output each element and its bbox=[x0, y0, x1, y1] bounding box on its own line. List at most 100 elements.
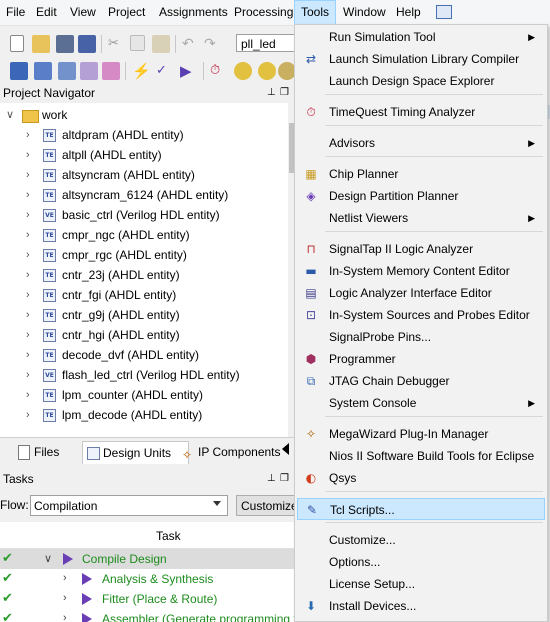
compile-icon[interactable]: ⚡ bbox=[132, 62, 151, 80]
chevron-right-icon[interactable]: › bbox=[26, 165, 36, 185]
assignment-editor-icon[interactable] bbox=[58, 62, 76, 80]
entity-row[interactable]: › VE flash_led_ctrl (Verilog HDL entity) bbox=[0, 365, 296, 385]
chevron-down-icon[interactable]: ∨ bbox=[6, 105, 16, 125]
pin-planner-icon[interactable] bbox=[34, 62, 52, 80]
whats-this-help-icon[interactable] bbox=[436, 5, 452, 19]
menu-item-logic-analyzer-interface-editor[interactable]: ▤ Logic Analyzer Interface Editor bbox=[297, 282, 545, 304]
chevron-right-icon[interactable]: › bbox=[26, 285, 36, 305]
copy-icon[interactable] bbox=[130, 35, 145, 51]
menu-item-in-system-memory-content-editor[interactable]: ▬ In-System Memory Content Editor bbox=[297, 260, 545, 282]
chevron-right-icon[interactable]: › bbox=[63, 592, 67, 604]
menu-window[interactable]: Window bbox=[337, 0, 392, 25]
chevron-right-icon[interactable]: › bbox=[26, 225, 36, 245]
paste-icon[interactable] bbox=[152, 35, 170, 53]
chevron-down-icon[interactable]: ∨ bbox=[44, 552, 52, 565]
menu-item-tcl-scripts[interactable]: ✎ Tcl Scripts... bbox=[297, 498, 545, 520]
menu-item-launch-simulation-library-compiler[interactable]: ⇄ Launch Simulation Library Compiler bbox=[297, 48, 545, 70]
menu-item-netlist-viewers[interactable]: Netlist Viewers ▶ bbox=[297, 207, 545, 229]
menu-item-in-system-sources-and-probes-editor[interactable]: ⊡ In-System Sources and Probes Editor bbox=[297, 304, 545, 326]
menu-item-launch-design-space-explorer[interactable]: Launch Design Space Explorer bbox=[297, 70, 545, 92]
menu-project[interactable]: Project bbox=[102, 0, 151, 25]
redo-icon[interactable]: ↷ bbox=[204, 35, 222, 53]
project-selector[interactable]: pll_led bbox=[236, 34, 298, 52]
mega-wizard-icon[interactable] bbox=[102, 62, 120, 80]
menu-item-system-console[interactable]: System Console ▶ bbox=[297, 392, 545, 414]
menu-item-signalprobe-pins[interactable]: SignalProbe Pins... bbox=[297, 326, 545, 348]
chevron-right-icon[interactable]: › bbox=[26, 205, 36, 225]
customize-button[interactable]: Customize... bbox=[236, 495, 300, 516]
menu-file[interactable]: File bbox=[0, 0, 31, 25]
menu-edit[interactable]: Edit bbox=[30, 0, 63, 25]
analyze-icon[interactable]: ✓ bbox=[156, 62, 174, 80]
chevron-right-icon[interactable]: › bbox=[26, 145, 36, 165]
menu-assignments[interactable]: Assignments bbox=[153, 0, 234, 25]
entity-row[interactable]: › VE basic_ctrl (Verilog HDL entity) bbox=[0, 205, 296, 225]
entity-row[interactable]: › TE altdpram (AHDL entity) bbox=[0, 125, 296, 145]
menu-item-chip-planner[interactable]: ▦ Chip Planner bbox=[297, 163, 545, 185]
rtl-viewer-icon[interactable] bbox=[234, 62, 252, 80]
menu-item-signaltap-ii-logic-analyzer[interactable]: ⊓ SignalTap II Logic Analyzer bbox=[297, 238, 545, 260]
entity-row[interactable]: › TE altsyncram (AHDL entity) bbox=[0, 165, 296, 185]
hierarchy-icon[interactable] bbox=[80, 62, 98, 80]
tasks-pin-icon[interactable]: ⊥ bbox=[267, 470, 276, 488]
menu-item-install-devices[interactable]: ⬇ Install Devices... bbox=[297, 595, 545, 617]
menu-item-timequest-timing-analyzer[interactable]: ⏱ TimeQuest Timing Analyzer bbox=[297, 101, 545, 123]
chevron-right-icon[interactable]: › bbox=[63, 612, 67, 622]
tabs-scroll-left-icon[interactable] bbox=[282, 443, 289, 455]
save-all-icon[interactable] bbox=[78, 35, 96, 53]
folder-row[interactable]: ∨ work bbox=[0, 105, 296, 125]
chevron-right-icon[interactable]: › bbox=[26, 185, 36, 205]
entity-row[interactable]: › TE lpm_counter (AHDL entity) bbox=[0, 385, 296, 405]
undo-icon[interactable]: ↶ bbox=[182, 35, 200, 53]
new-file-icon[interactable] bbox=[10, 35, 24, 52]
tasks-restore-icon[interactable]: ❐ bbox=[280, 470, 289, 488]
save-icon[interactable] bbox=[56, 35, 74, 53]
menu-item-license-setup[interactable]: License Setup... bbox=[297, 573, 545, 595]
task-row-synthesis[interactable]: ✔ › Analysis & Synthesis bbox=[0, 569, 296, 589]
menu-item-run-simulation-tool[interactable]: Run Simulation Tool ▶ bbox=[297, 26, 545, 48]
menu-tools[interactable]: Tools bbox=[294, 0, 337, 25]
chevron-right-icon[interactable]: › bbox=[26, 245, 36, 265]
open-folder-icon[interactable] bbox=[32, 35, 50, 53]
timing-icon[interactable]: ⏱ bbox=[210, 62, 228, 80]
tab-design-units[interactable]: Design Units bbox=[82, 441, 189, 464]
chevron-right-icon[interactable]: › bbox=[63, 572, 67, 584]
entity-row[interactable]: › TE cntr_fgi (AHDL entity) bbox=[0, 285, 296, 305]
chip-planner-toolbar-icon[interactable] bbox=[258, 62, 276, 80]
menu-item-megawizard-plug-in-manager[interactable]: ✧ MegaWizard Plug-In Manager bbox=[297, 423, 545, 445]
task-row-assembler[interactable]: ✔ › Assembler (Generate programming file… bbox=[0, 609, 296, 622]
chevron-right-icon[interactable]: › bbox=[26, 365, 36, 385]
menu-view[interactable]: View bbox=[64, 0, 102, 25]
entity-row[interactable]: › TE cmpr_rgc (AHDL entity) bbox=[0, 245, 296, 265]
menu-item-programmer[interactable]: ⬢ Programmer bbox=[297, 348, 545, 370]
menu-processing[interactable]: Processing bbox=[228, 0, 299, 25]
entity-row[interactable]: › TE decode_dvf (AHDL entity) bbox=[0, 345, 296, 365]
chevron-right-icon[interactable]: › bbox=[26, 345, 36, 365]
restore-icon[interactable]: ❐ bbox=[280, 84, 289, 102]
entity-row[interactable]: › TE cmpr_ngc (AHDL entity) bbox=[0, 225, 296, 245]
menu-item-advisors[interactable]: Advisors ▶ bbox=[297, 132, 545, 154]
cut-icon[interactable]: ✂ bbox=[108, 35, 126, 53]
menu-item-nios-ii-software-build-tools-for-eclipse[interactable]: Nios II Software Build Tools for Eclipse bbox=[297, 445, 545, 467]
start-icon[interactable]: ▶ bbox=[180, 62, 198, 80]
tab-ip-components[interactable]: ✧ IP Components bbox=[178, 441, 296, 463]
menu-help[interactable]: Help bbox=[390, 0, 427, 25]
menu-item-qsys[interactable]: ◐ Qsys bbox=[297, 467, 545, 489]
task-row-fitter[interactable]: ✔ › Fitter (Place & Route) bbox=[0, 589, 296, 609]
menu-item-design-partition-planner[interactable]: ◈ Design Partition Planner bbox=[297, 185, 545, 207]
pin-icon[interactable]: ⊥ bbox=[267, 84, 276, 102]
menu-item-jtag-chain-debugger[interactable]: ⧉ JTAG Chain Debugger bbox=[297, 370, 545, 392]
entity-row[interactable]: › TE altsyncram_6124 (AHDL entity) bbox=[0, 185, 296, 205]
entity-row[interactable]: › TE cntr_hgi (AHDL entity) bbox=[0, 325, 296, 345]
chevron-right-icon[interactable]: › bbox=[26, 325, 36, 345]
menu-item-customize[interactable]: Customize... bbox=[297, 529, 545, 551]
entity-row[interactable]: › TE lpm_decode (AHDL entity) bbox=[0, 405, 296, 425]
tab-files[interactable]: Files bbox=[14, 441, 86, 463]
chevron-right-icon[interactable]: › bbox=[26, 385, 36, 405]
menu-item-options[interactable]: Options... bbox=[297, 551, 545, 573]
chevron-right-icon[interactable]: › bbox=[26, 405, 36, 425]
flow-select[interactable]: Compilation bbox=[30, 495, 228, 516]
chevron-right-icon[interactable]: › bbox=[26, 125, 36, 145]
settings-icon[interactable] bbox=[10, 62, 28, 80]
entity-row[interactable]: › TE altpll (AHDL entity) bbox=[0, 145, 296, 165]
